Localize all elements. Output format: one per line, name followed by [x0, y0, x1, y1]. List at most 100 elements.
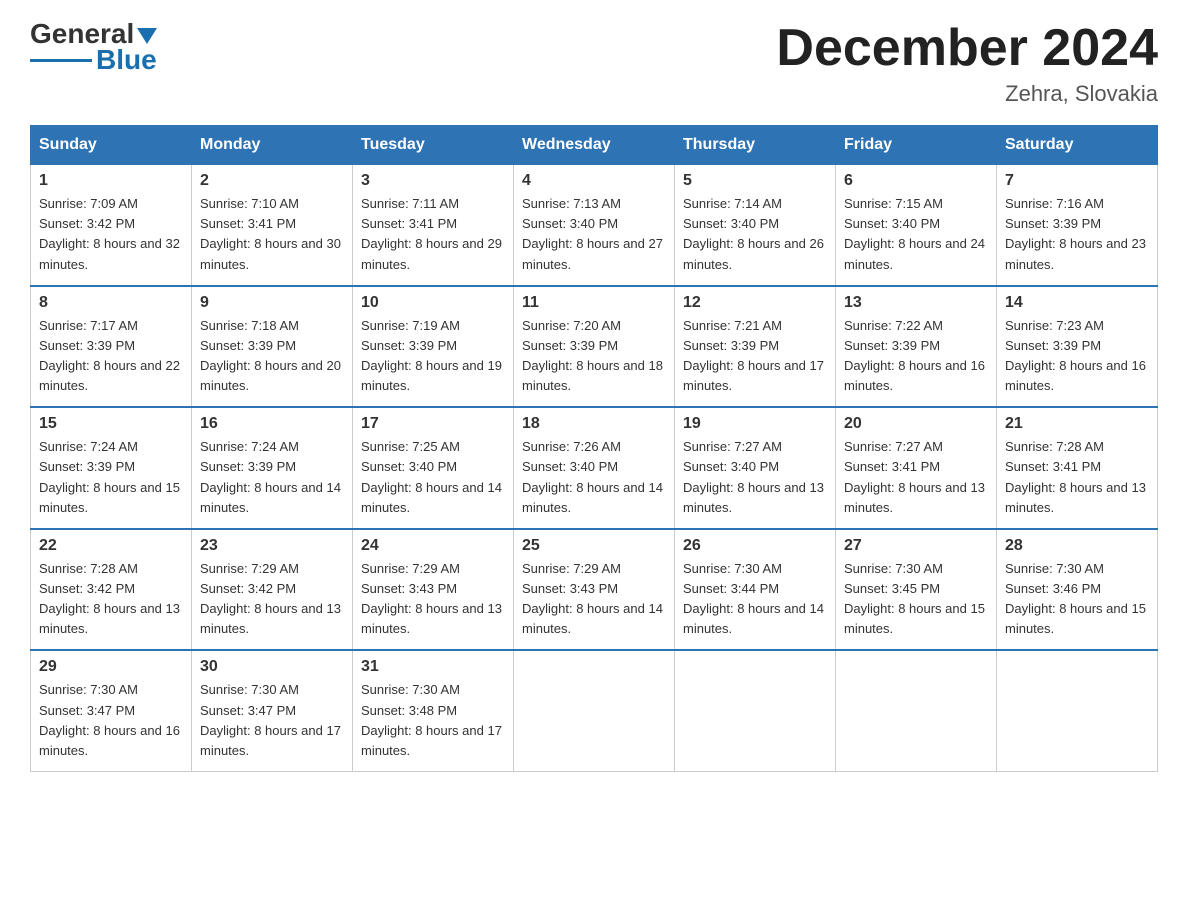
day-info: Sunrise: 7:11 AMSunset: 3:41 PMDaylight:… — [361, 194, 505, 275]
day-info: Sunrise: 7:29 AMSunset: 3:43 PMDaylight:… — [522, 559, 666, 640]
day-number: 16 — [200, 415, 344, 433]
calendar-cell — [675, 650, 836, 771]
calendar-week-row: 22 Sunrise: 7:28 AMSunset: 3:42 PMDaylig… — [31, 529, 1158, 651]
day-info: Sunrise: 7:09 AMSunset: 3:42 PMDaylight:… — [39, 194, 183, 275]
title-block: December 2024 Zehra, Slovakia — [776, 20, 1158, 107]
day-info: Sunrise: 7:13 AMSunset: 3:40 PMDaylight:… — [522, 194, 666, 275]
calendar-cell: 22 Sunrise: 7:28 AMSunset: 3:42 PMDaylig… — [31, 529, 192, 651]
calendar-cell: 25 Sunrise: 7:29 AMSunset: 3:43 PMDaylig… — [514, 529, 675, 651]
logo: General Blue — [30, 20, 160, 76]
day-info: Sunrise: 7:30 AMSunset: 3:45 PMDaylight:… — [844, 559, 988, 640]
weekday-header-thursday: Thursday — [675, 126, 836, 165]
calendar-cell: 20 Sunrise: 7:27 AMSunset: 3:41 PMDaylig… — [836, 407, 997, 529]
day-info: Sunrise: 7:21 AMSunset: 3:39 PMDaylight:… — [683, 316, 827, 397]
location: Zehra, Slovakia — [776, 81, 1158, 107]
day-number: 1 — [39, 172, 183, 190]
day-info: Sunrise: 7:15 AMSunset: 3:40 PMDaylight:… — [844, 194, 988, 275]
weekday-header-wednesday: Wednesday — [514, 126, 675, 165]
day-number: 19 — [683, 415, 827, 433]
calendar-cell: 11 Sunrise: 7:20 AMSunset: 3:39 PMDaylig… — [514, 286, 675, 408]
day-info: Sunrise: 7:18 AMSunset: 3:39 PMDaylight:… — [200, 316, 344, 397]
calendar-cell: 2 Sunrise: 7:10 AMSunset: 3:41 PMDayligh… — [192, 165, 353, 286]
day-info: Sunrise: 7:16 AMSunset: 3:39 PMDaylight:… — [1005, 194, 1149, 275]
day-info: Sunrise: 7:19 AMSunset: 3:39 PMDaylight:… — [361, 316, 505, 397]
weekday-header-friday: Friday — [836, 126, 997, 165]
day-info: Sunrise: 7:27 AMSunset: 3:40 PMDaylight:… — [683, 437, 827, 518]
day-info: Sunrise: 7:26 AMSunset: 3:40 PMDaylight:… — [522, 437, 666, 518]
day-number: 2 — [200, 172, 344, 190]
day-number: 17 — [361, 415, 505, 433]
day-info: Sunrise: 7:29 AMSunset: 3:43 PMDaylight:… — [361, 559, 505, 640]
weekday-header-row: SundayMondayTuesdayWednesdayThursdayFrid… — [31, 126, 1158, 165]
day-number: 15 — [39, 415, 183, 433]
day-info: Sunrise: 7:30 AMSunset: 3:48 PMDaylight:… — [361, 680, 505, 761]
calendar-cell: 1 Sunrise: 7:09 AMSunset: 3:42 PMDayligh… — [31, 165, 192, 286]
day-number: 5 — [683, 172, 827, 190]
weekday-header-sunday: Sunday — [31, 126, 192, 165]
calendar-cell: 16 Sunrise: 7:24 AMSunset: 3:39 PMDaylig… — [192, 407, 353, 529]
calendar-cell: 17 Sunrise: 7:25 AMSunset: 3:40 PMDaylig… — [353, 407, 514, 529]
day-info: Sunrise: 7:10 AMSunset: 3:41 PMDaylight:… — [200, 194, 344, 275]
day-info: Sunrise: 7:28 AMSunset: 3:41 PMDaylight:… — [1005, 437, 1149, 518]
calendar-cell: 9 Sunrise: 7:18 AMSunset: 3:39 PMDayligh… — [192, 286, 353, 408]
day-number: 18 — [522, 415, 666, 433]
calendar-cell: 23 Sunrise: 7:29 AMSunset: 3:42 PMDaylig… — [192, 529, 353, 651]
day-info: Sunrise: 7:28 AMSunset: 3:42 PMDaylight:… — [39, 559, 183, 640]
weekday-header-tuesday: Tuesday — [353, 126, 514, 165]
day-number: 11 — [522, 294, 666, 312]
day-info: Sunrise: 7:14 AMSunset: 3:40 PMDaylight:… — [683, 194, 827, 275]
day-info: Sunrise: 7:27 AMSunset: 3:41 PMDaylight:… — [844, 437, 988, 518]
calendar-cell — [836, 650, 997, 771]
calendar-cell — [514, 650, 675, 771]
day-number: 21 — [1005, 415, 1149, 433]
calendar-week-row: 1 Sunrise: 7:09 AMSunset: 3:42 PMDayligh… — [31, 165, 1158, 286]
day-number: 23 — [200, 537, 344, 555]
day-info: Sunrise: 7:30 AMSunset: 3:46 PMDaylight:… — [1005, 559, 1149, 640]
calendar-cell: 28 Sunrise: 7:30 AMSunset: 3:46 PMDaylig… — [997, 529, 1158, 651]
calendar-cell: 7 Sunrise: 7:16 AMSunset: 3:39 PMDayligh… — [997, 165, 1158, 286]
day-number: 22 — [39, 537, 183, 555]
calendar-cell — [997, 650, 1158, 771]
day-info: Sunrise: 7:24 AMSunset: 3:39 PMDaylight:… — [39, 437, 183, 518]
day-info: Sunrise: 7:30 AMSunset: 3:44 PMDaylight:… — [683, 559, 827, 640]
day-number: 9 — [200, 294, 344, 312]
calendar-week-row: 15 Sunrise: 7:24 AMSunset: 3:39 PMDaylig… — [31, 407, 1158, 529]
calendar-table: SundayMondayTuesdayWednesdayThursdayFrid… — [30, 125, 1158, 772]
day-info: Sunrise: 7:24 AMSunset: 3:39 PMDaylight:… — [200, 437, 344, 518]
day-number: 14 — [1005, 294, 1149, 312]
day-number: 12 — [683, 294, 827, 312]
calendar-cell: 31 Sunrise: 7:30 AMSunset: 3:48 PMDaylig… — [353, 650, 514, 771]
page-header: General Blue December 2024 Zehra, Slovak… — [30, 20, 1158, 107]
calendar-week-row: 29 Sunrise: 7:30 AMSunset: 3:47 PMDaylig… — [31, 650, 1158, 771]
day-number: 3 — [361, 172, 505, 190]
day-number: 20 — [844, 415, 988, 433]
calendar-cell: 6 Sunrise: 7:15 AMSunset: 3:40 PMDayligh… — [836, 165, 997, 286]
day-number: 8 — [39, 294, 183, 312]
calendar-cell: 12 Sunrise: 7:21 AMSunset: 3:39 PMDaylig… — [675, 286, 836, 408]
weekday-header-monday: Monday — [192, 126, 353, 165]
calendar-cell: 26 Sunrise: 7:30 AMSunset: 3:44 PMDaylig… — [675, 529, 836, 651]
calendar-cell: 3 Sunrise: 7:11 AMSunset: 3:41 PMDayligh… — [353, 165, 514, 286]
day-number: 31 — [361, 658, 505, 676]
day-info: Sunrise: 7:30 AMSunset: 3:47 PMDaylight:… — [200, 680, 344, 761]
calendar-cell: 15 Sunrise: 7:24 AMSunset: 3:39 PMDaylig… — [31, 407, 192, 529]
weekday-header-saturday: Saturday — [997, 126, 1158, 165]
calendar-cell: 29 Sunrise: 7:30 AMSunset: 3:47 PMDaylig… — [31, 650, 192, 771]
day-number: 27 — [844, 537, 988, 555]
calendar-cell: 4 Sunrise: 7:13 AMSunset: 3:40 PMDayligh… — [514, 165, 675, 286]
calendar-cell: 27 Sunrise: 7:30 AMSunset: 3:45 PMDaylig… — [836, 529, 997, 651]
day-info: Sunrise: 7:20 AMSunset: 3:39 PMDaylight:… — [522, 316, 666, 397]
calendar-cell: 14 Sunrise: 7:23 AMSunset: 3:39 PMDaylig… — [997, 286, 1158, 408]
day-number: 4 — [522, 172, 666, 190]
day-info: Sunrise: 7:17 AMSunset: 3:39 PMDaylight:… — [39, 316, 183, 397]
calendar-cell: 24 Sunrise: 7:29 AMSunset: 3:43 PMDaylig… — [353, 529, 514, 651]
month-title: December 2024 — [776, 20, 1158, 77]
day-info: Sunrise: 7:29 AMSunset: 3:42 PMDaylight:… — [200, 559, 344, 640]
calendar-cell: 5 Sunrise: 7:14 AMSunset: 3:40 PMDayligh… — [675, 165, 836, 286]
calendar-cell: 30 Sunrise: 7:30 AMSunset: 3:47 PMDaylig… — [192, 650, 353, 771]
calendar-cell: 19 Sunrise: 7:27 AMSunset: 3:40 PMDaylig… — [675, 407, 836, 529]
day-number: 13 — [844, 294, 988, 312]
day-info: Sunrise: 7:30 AMSunset: 3:47 PMDaylight:… — [39, 680, 183, 761]
calendar-cell: 8 Sunrise: 7:17 AMSunset: 3:39 PMDayligh… — [31, 286, 192, 408]
day-number: 25 — [522, 537, 666, 555]
